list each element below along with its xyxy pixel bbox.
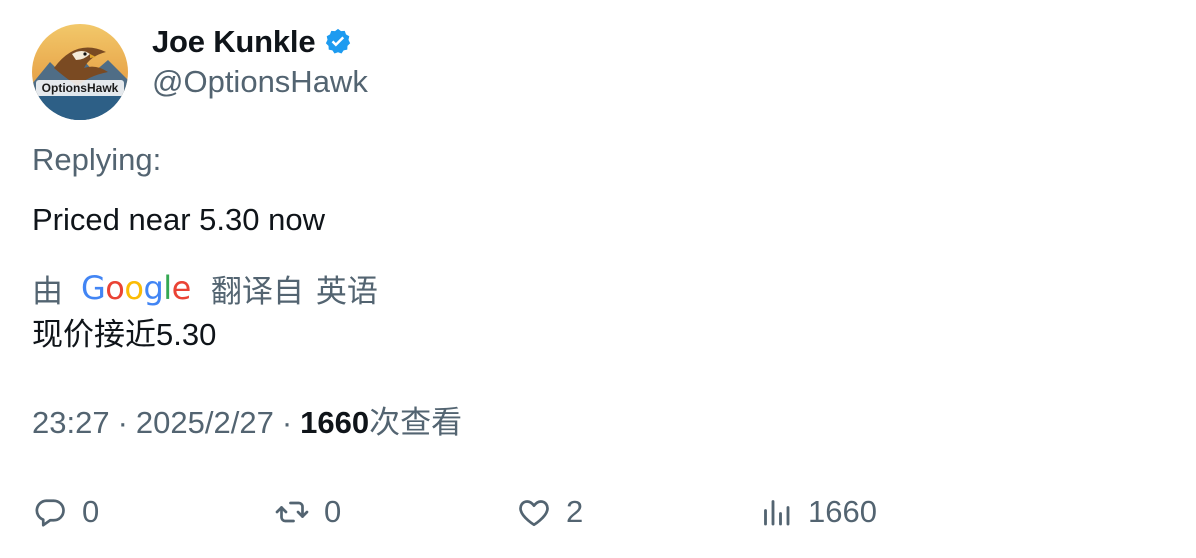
tweet-time[interactable]: 23:27 — [32, 405, 110, 440]
tweet-meta: 23:27 · 2025/2/27 · 1660次查看 — [32, 402, 462, 444]
like-icon — [519, 500, 549, 527]
author-block: Joe Kunkle @OptionsHawk — [152, 22, 368, 102]
avatar-image: OptionsHawk — [32, 24, 128, 120]
views-button[interactable]: 1660 — [758, 488, 877, 536]
retweet-button[interactable]: 0 — [274, 488, 341, 536]
google-logo: Google — [81, 269, 191, 307]
display-name[interactable]: Joe Kunkle — [152, 24, 316, 60]
views-icon — [764, 500, 790, 526]
action-bar: 0 0 2 1660 — [0, 488, 1196, 536]
translated-by-label: 由 — [32, 273, 63, 309]
tweet-text: Priced near 5.30 now — [32, 202, 325, 237]
avatar-logo-text: OptionsHawk — [42, 81, 119, 95]
reply-count: 0 — [82, 494, 100, 529]
like-count: 2 — [566, 494, 584, 529]
retweet-icon — [275, 501, 309, 523]
retweet-count: 0 — [324, 494, 342, 529]
translated-text: 现价接近5.30 — [32, 317, 217, 352]
meta-separator: · — [117, 405, 128, 440]
reply-icon — [35, 499, 65, 527]
handle[interactable]: @OptionsHawk — [152, 62, 368, 102]
views-count-action: 1660 — [808, 494, 877, 529]
reply-button[interactable]: 0 — [32, 488, 99, 536]
views-label: 次查看 — [369, 405, 463, 440]
meta-separator: · — [281, 405, 293, 440]
translated-from-label: 翻译自 — [210, 273, 304, 309]
views-count: 1660 — [300, 405, 370, 440]
translation-attribution[interactable]: 由 Google 翻译自 英语 — [32, 266, 378, 310]
source-language: 英语 — [315, 273, 378, 309]
like-button[interactable]: 2 — [516, 488, 583, 536]
avatar[interactable]: OptionsHawk — [32, 24, 128, 120]
tweet-date[interactable]: 2025/2/27 — [136, 405, 274, 440]
name-row: Joe Kunkle — [152, 22, 368, 62]
replying-label: Replying: — [32, 142, 162, 177]
verified-badge-icon[interactable] — [323, 27, 353, 57]
